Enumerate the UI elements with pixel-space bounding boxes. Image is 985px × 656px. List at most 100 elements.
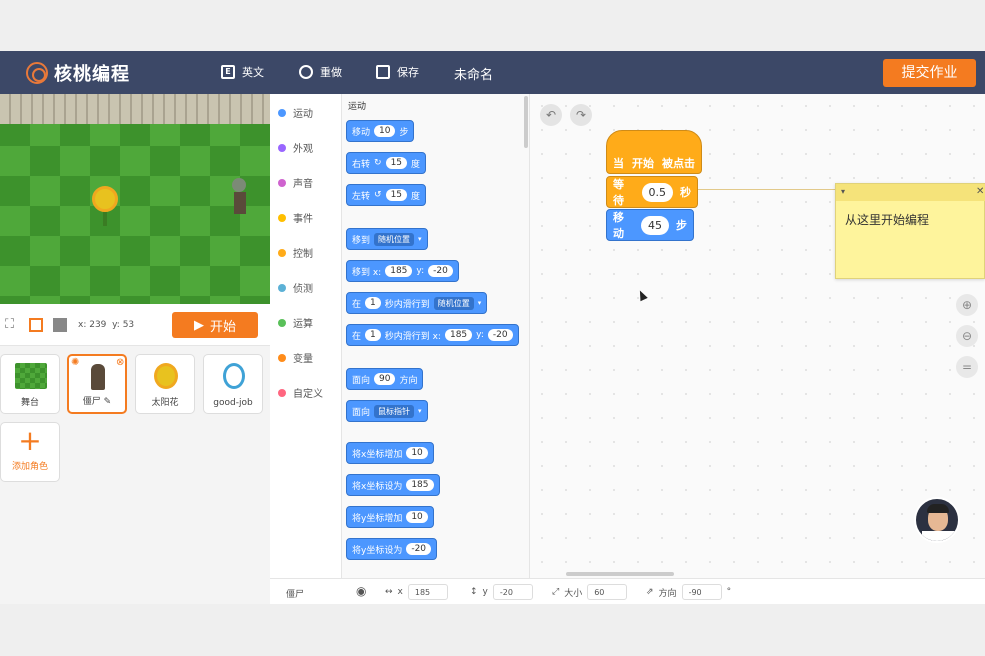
top-header: 核桃编程 E 英文 重做 保存 未命名 提交作业 xyxy=(0,51,985,94)
redo-arrow-icon[interactable]: ↷ xyxy=(570,104,592,126)
sprite-label: 太阳花 xyxy=(151,398,179,408)
palette-scrollbar[interactable] xyxy=(524,96,528,148)
redo-icon xyxy=(299,65,313,79)
category-custom[interactable]: 自定义 xyxy=(278,385,323,400)
lawn-backdrop xyxy=(0,116,270,304)
zoom-in-icon[interactable]: ⊕ xyxy=(956,294,978,316)
block-move-steps[interactable]: 移动 10 步 xyxy=(346,120,415,142)
chevron-down-icon: ▾ xyxy=(418,407,422,415)
sprite-card-zombie[interactable]: ✺ ⊗ 僵尸 ✎ xyxy=(67,354,127,414)
undo-icon[interactable]: ↶ xyxy=(540,104,562,126)
edit-icon: ✎ xyxy=(103,397,112,407)
stage[interactable] xyxy=(0,94,270,304)
sprite-card-sunflower[interactable]: 太阳花 xyxy=(135,354,195,414)
category-variables[interactable]: 变量 xyxy=(278,350,313,365)
language-button[interactable]: E 英文 xyxy=(221,64,264,80)
project-name[interactable]: 未命名 xyxy=(454,64,493,83)
block-turn-right[interactable]: 右转 ↻ 15 度 xyxy=(346,152,427,174)
category-dot xyxy=(278,178,286,187)
block-set-y[interactable]: 将y坐标设为 -20 xyxy=(346,538,438,560)
block-point-direction[interactable]: 面向 90 方向 xyxy=(346,368,424,390)
block-change-x[interactable]: 将x坐标增加 10 xyxy=(346,442,434,464)
large-stage-icon[interactable] xyxy=(53,318,67,332)
script-workspace[interactable]: ↶ ↷ 当开始 被点击 等待 0.5 秒 移动 45 步 ▾ ✕ 从这里开始编程 ⊕ ⊖ … xyxy=(530,94,985,578)
palette-section-title: 运动 xyxy=(348,102,367,112)
start-button[interactable]: ▶ 开始 xyxy=(172,312,258,338)
workspace-scrollbar[interactable] xyxy=(566,572,674,576)
eye-icon[interactable]: ◉ xyxy=(356,584,366,598)
category-dot xyxy=(278,108,286,117)
gear-icon: ✺ xyxy=(71,357,80,368)
category-sound[interactable]: 声音 xyxy=(278,175,313,190)
category-looks[interactable]: 外观 xyxy=(278,140,313,155)
note-connector xyxy=(698,189,835,190)
category-motion[interactable]: 运动 xyxy=(278,105,313,120)
play-icon: ▶ xyxy=(193,317,204,333)
zombie-sprite-head[interactable] xyxy=(232,178,246,192)
block-turn-left[interactable]: 左转 ↺ 15 度 xyxy=(346,184,427,206)
block-glide-xy[interactable]: 在 1 秒内滑行到 x: 185 y: -20 xyxy=(346,324,519,346)
zoom-reset-icon[interactable]: = xyxy=(956,356,978,378)
category-control[interactable]: 控制 xyxy=(278,245,313,260)
category-dot xyxy=(278,283,286,292)
category-operators[interactable]: 运算 xyxy=(278,315,313,330)
category-dot xyxy=(278,318,286,327)
block-point-towards[interactable]: 面向 鼠标指针 ▾ xyxy=(346,400,428,422)
close-icon[interactable]: ⊗ xyxy=(116,357,124,368)
horizontal-arrow-icon: ↔ xyxy=(385,587,393,597)
save-icon xyxy=(376,65,390,79)
coord-y: y: 53 xyxy=(112,320,135,330)
language-icon: E xyxy=(221,65,235,79)
redo-button[interactable]: 重做 xyxy=(299,64,342,80)
direction-icon: ⇗ xyxy=(646,587,654,597)
sprite-label: 舞台 xyxy=(20,398,39,408)
category-dot xyxy=(278,388,286,397)
walnut-logo-icon xyxy=(26,62,48,84)
submit-homework-button[interactable]: 提交作业 xyxy=(883,59,976,87)
size-input[interactable]: 60 xyxy=(587,584,628,600)
sprite-name[interactable]: 僵尸 xyxy=(286,587,304,600)
zombie-sprite-body[interactable] xyxy=(234,192,246,214)
stage-thumb xyxy=(15,363,47,389)
block-goto-random[interactable]: 移到 随机位置 ▾ xyxy=(346,228,428,250)
category-sensing[interactable]: 侦测 xyxy=(278,280,313,295)
sunflower-stem xyxy=(103,212,107,226)
direction-input[interactable]: -90 xyxy=(681,584,722,600)
sprite-label: 僵尸 ✎ xyxy=(82,397,112,407)
when-start-clicked-block[interactable]: 当开始 被点击 xyxy=(606,130,702,174)
comment-note[interactable]: ▾ ✕ 从这里开始编程 xyxy=(835,183,985,279)
chevron-down-icon: ▾ xyxy=(418,235,422,243)
move-steps-block[interactable]: 移动 45 步 xyxy=(606,209,694,241)
block-glide-random[interactable]: 在 1 秒内滑行到 随机位置 ▾ xyxy=(346,292,488,314)
block-set-x[interactable]: 将x坐标设为 185 xyxy=(346,474,440,496)
add-sprite-button[interactable]: + 添加角色 xyxy=(0,422,60,482)
stage-toolbar: ⛶ x: 239 y: 53 ▶ 开始 xyxy=(0,304,270,346)
block-change-y[interactable]: 将y坐标增加 10 xyxy=(346,506,434,528)
fullscreen-icon[interactable]: ⛶ xyxy=(5,318,19,332)
save-button[interactable]: 保存 xyxy=(376,64,419,80)
teacher-avatar xyxy=(914,497,960,543)
chevron-down-icon: ▾ xyxy=(477,299,482,307)
category-dot xyxy=(278,213,286,222)
sprite-info-bar: 僵尸 ◉ ↔ x 185 ↕ y -20 ⤢ 大小 60 ⇗ 方向 -90 ° xyxy=(270,578,985,604)
sunflower-sprite[interactable] xyxy=(92,186,118,212)
wait-block[interactable]: 等待 0.5 秒 xyxy=(606,176,698,208)
sprite-panel: 舞台 ✺ ⊗ 僵尸 ✎ 太阳花 good-job + 添加角色 xyxy=(0,346,270,604)
category-events[interactable]: 事件 xyxy=(278,210,313,225)
small-stage-icon[interactable] xyxy=(29,318,43,332)
x-input[interactable]: 185 xyxy=(407,584,448,600)
y-input[interactable]: -20 xyxy=(492,584,533,600)
collapse-icon[interactable]: ▾ xyxy=(841,187,845,196)
coord-readout: x: 239 y: 53 xyxy=(78,320,134,330)
category-dot xyxy=(278,248,286,257)
sprite-card-stage[interactable]: 舞台 xyxy=(0,354,60,414)
block-goto-xy[interactable]: 移到 x: 185 y: -20 xyxy=(346,260,459,282)
top-margin xyxy=(0,0,985,51)
close-icon[interactable]: ✕ xyxy=(976,186,984,197)
zoom-out-icon[interactable]: ⊖ xyxy=(956,325,978,347)
x-field: ↔ x 185 xyxy=(385,584,448,600)
sprite-card-good-job[interactable]: good-job xyxy=(203,354,263,414)
sprite-label: good-job xyxy=(213,398,253,408)
direction-field: ⇗ 方向 -90 ° xyxy=(646,584,731,600)
note-text[interactable]: 从这里开始编程 xyxy=(845,211,929,228)
